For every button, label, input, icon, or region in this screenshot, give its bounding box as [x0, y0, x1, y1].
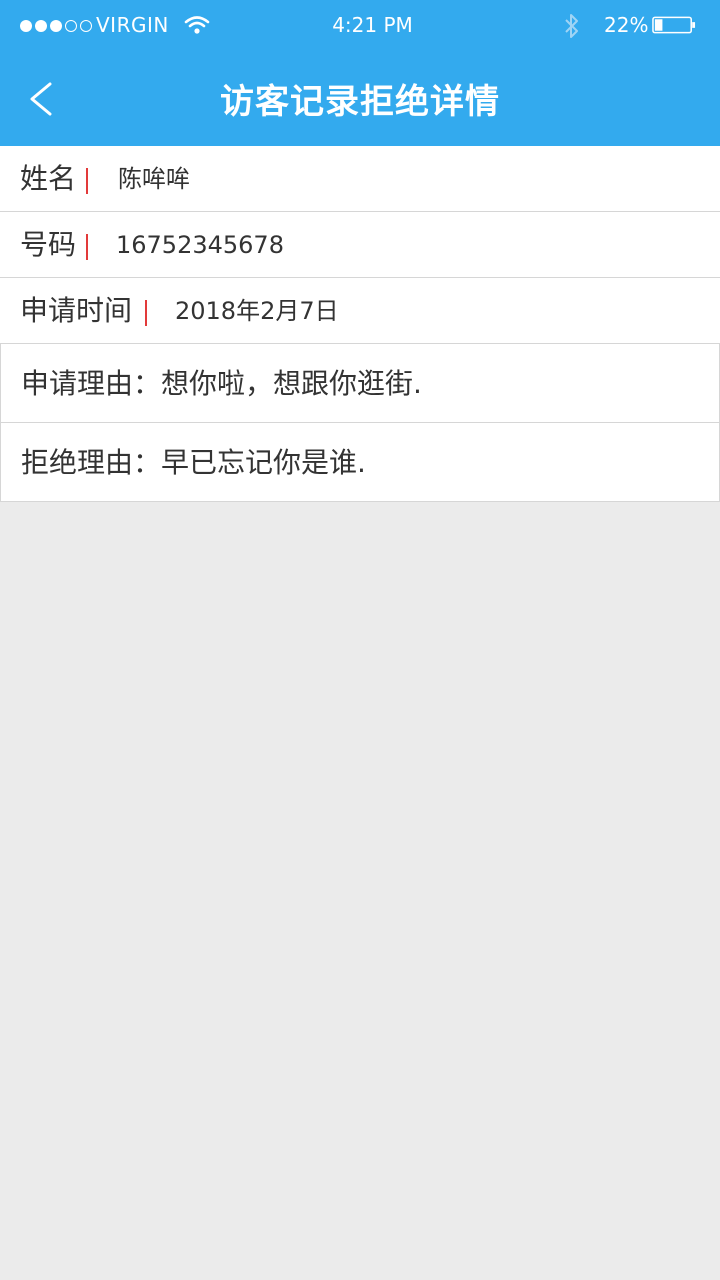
- detail-list: 姓名 陈哞哞 号码 16752345678 申请时间 2018年2月7日 申请理…: [0, 146, 720, 502]
- field-label: 号码: [20, 228, 77, 261]
- reason-label: 申请理由: [21, 367, 134, 400]
- field-label: 姓名: [20, 162, 77, 195]
- battery-percentage: 22%: [604, 13, 649, 37]
- reason-value: 早已忘记你是谁.: [161, 446, 366, 479]
- label-divider: [86, 234, 88, 260]
- label-divider: [86, 168, 88, 194]
- status-bar: VIRGIN 4:21 PM 22%: [0, 0, 720, 52]
- field-row-name: 姓名 陈哞哞: [0, 146, 720, 212]
- bluetooth-icon: [565, 14, 578, 38]
- page-title: 访客记录拒绝详情: [220, 82, 500, 122]
- reason-separator: ：: [133, 446, 162, 479]
- apply-reason-row: 申请理由：想你啦，想跟你逛街.: [0, 344, 720, 423]
- reject-reason-text: 拒绝理由：早已忘记你是谁.: [21, 441, 366, 481]
- field-row-phone: 号码 16752345678: [0, 212, 720, 278]
- field-value: 2018年2月7日: [175, 297, 339, 325]
- field-row-apply-time: 申请时间 2018年2月7日: [0, 278, 720, 344]
- nav-bar: 访客记录拒绝详情: [0, 52, 720, 146]
- battery-icon: [652, 16, 696, 34]
- label-divider: [145, 300, 147, 326]
- reason-value: 想你啦，想跟你逛街.: [161, 367, 422, 400]
- reason-label: 拒绝理由: [21, 446, 134, 479]
- apply-reason-text: 申请理由：想你啦，想跟你逛街.: [21, 362, 422, 402]
- reason-separator: ：: [133, 367, 162, 400]
- field-value: 陈哞哞: [118, 165, 190, 193]
- field-label: 申请时间: [20, 294, 133, 327]
- field-value: 16752345678: [116, 231, 284, 259]
- app-header: VIRGIN 4:21 PM 22% 访客记录拒绝详情: [0, 0, 720, 146]
- reject-reason-row: 拒绝理由：早已忘记你是谁.: [0, 423, 720, 502]
